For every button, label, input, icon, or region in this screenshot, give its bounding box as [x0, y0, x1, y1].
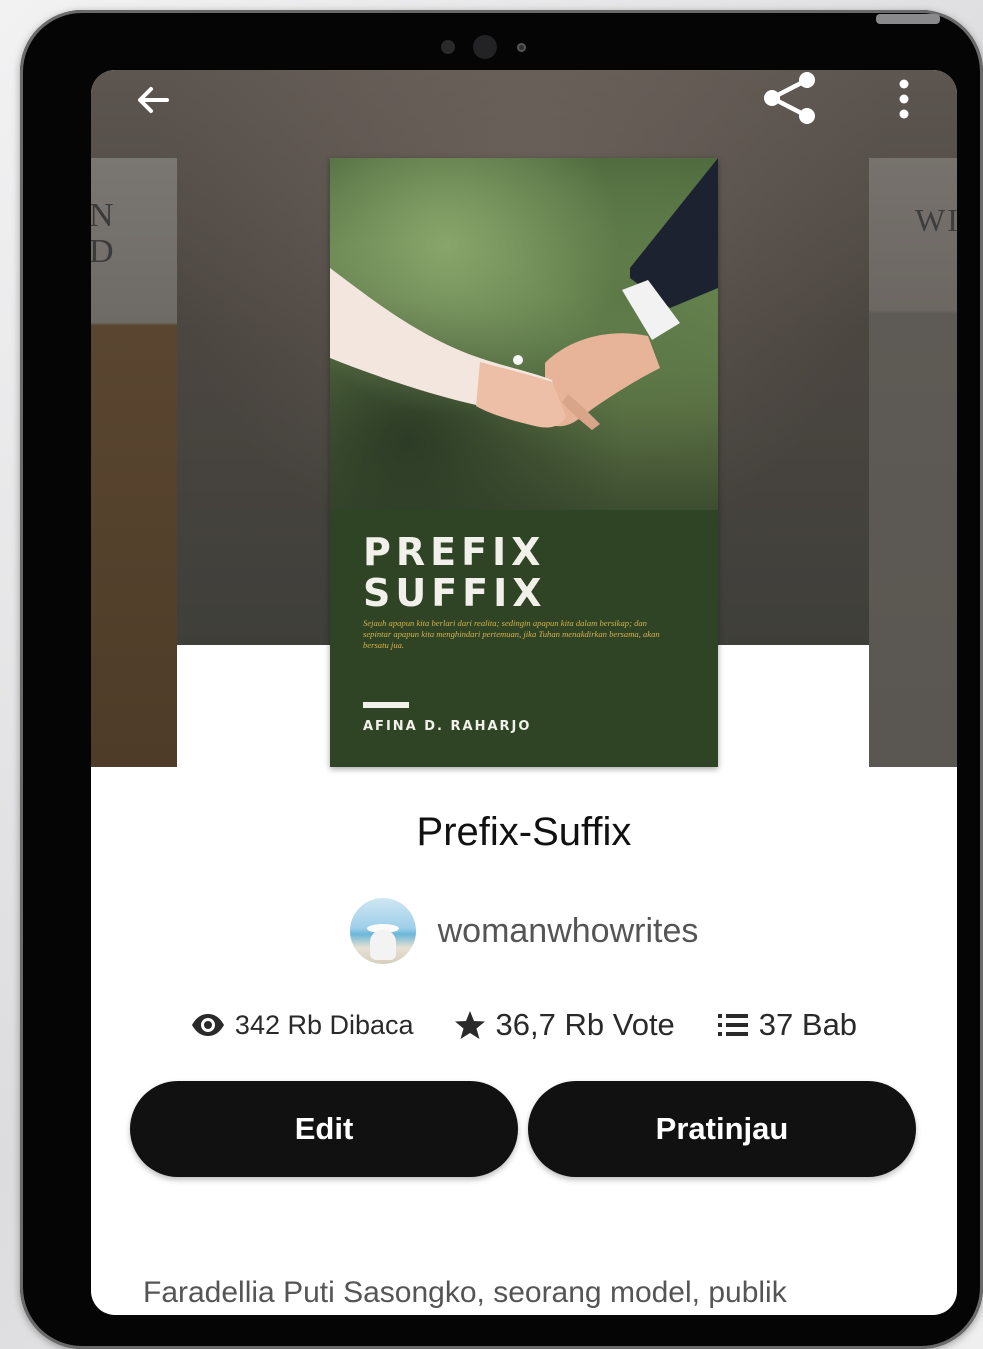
eye-icon [191, 1014, 224, 1036]
synopsis-text: Faradellia Puti Sasongko, seorang model,… [143, 1276, 787, 1309]
more-vertical-icon[interactable] [886, 74, 922, 124]
app-screen: N D WI PREFIX SUFFIX Sejauh apapun kita … [91, 70, 957, 1315]
cover-title-panel: PREFIX SUFFIX Sejauh apapun kita berlari… [330, 510, 718, 767]
stat-views-label: 342 Rb Dibaca [234, 1009, 414, 1040]
next-cover-text: WI [915, 202, 957, 238]
stat-votes: 36,7 Rb Vote [454, 1007, 675, 1043]
camera-sensor [441, 40, 455, 54]
list-icon [717, 1014, 748, 1036]
author-username[interactable]: womanwhowrites [438, 912, 699, 951]
star-icon [454, 1011, 485, 1039]
stat-chapters: 37 Bab [717, 1007, 857, 1043]
edit-button[interactable]: Edit [130, 1081, 518, 1177]
previous-cover-text-2: D [91, 233, 115, 270]
book-cover[interactable]: PREFIX SUFFIX Sejauh apapun kita berlari… [330, 158, 718, 767]
cover-photo-holding-hands [330, 158, 718, 510]
camera-light [517, 43, 526, 52]
stat-votes-label: 36,7 Rb Vote [495, 1007, 675, 1042]
previous-book-cover[interactable]: N D [91, 158, 177, 767]
avatar[interactable] [349, 898, 416, 964]
previous-cover-text-1: N [91, 197, 115, 234]
author-row[interactable]: womanwhowrites [91, 898, 957, 964]
book-title: Prefix-Suffix [416, 810, 632, 854]
tablet-frame: N D WI PREFIX SUFFIX Sejauh apapun kita … [20, 10, 983, 1349]
preview-button[interactable]: Pratinjau [528, 1081, 916, 1177]
stat-chapters-label: 37 Bab [758, 1007, 858, 1042]
tablet-top-button [876, 14, 940, 24]
cover-title-line1: PREFIX [363, 530, 546, 574]
cover-divider [363, 702, 409, 708]
cover-tagline: Sejauh apapun kita berlari dari realita;… [363, 618, 660, 650]
stat-views: 342 Rb Dibaca [191, 1010, 414, 1041]
stats-row: 342 Rb Dibaca 36,7 Rb Vote 37 Bab [91, 1002, 957, 1048]
next-book-cover[interactable]: WI [869, 158, 957, 767]
share-icon[interactable] [759, 70, 821, 126]
cover-title-line2: SUFFIX [363, 571, 547, 615]
cover-author: AFINA D. RAHARJO [363, 719, 532, 734]
arrow-left-icon[interactable] [129, 76, 177, 124]
camera-lens [473, 35, 497, 59]
